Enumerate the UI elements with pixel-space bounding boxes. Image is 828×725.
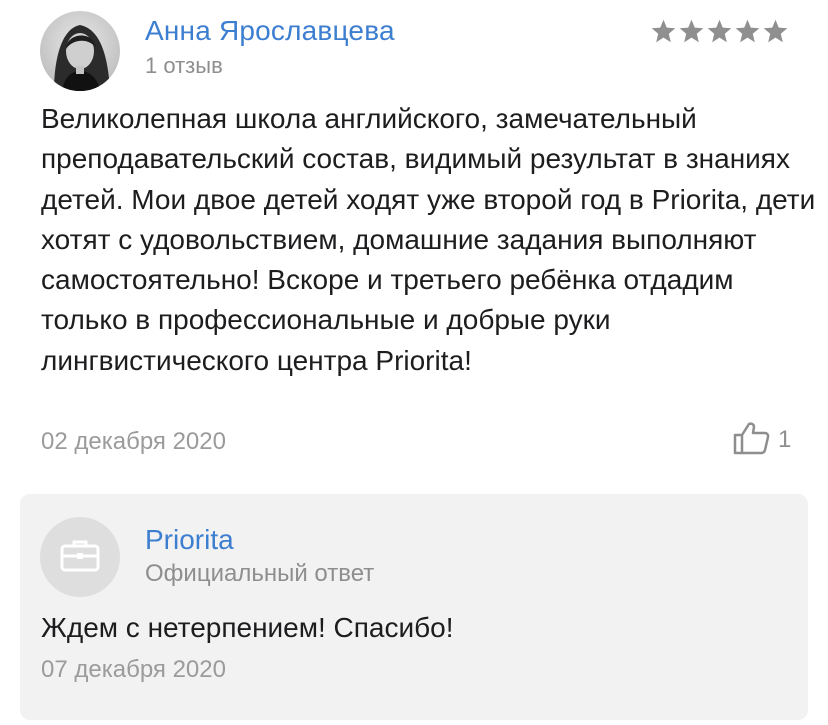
like-button[interactable]: 1	[732, 420, 791, 460]
star-icon	[763, 19, 788, 43]
official-reply-label: Официальный ответ	[145, 560, 375, 587]
star-icon	[679, 19, 704, 43]
author-avatar[interactable]	[40, 11, 120, 91]
reply-date: 07 декабря 2020	[41, 656, 226, 683]
star-icon	[707, 19, 732, 43]
review-text: Великолепная школа английского, замечате…	[41, 103, 816, 376]
briefcase-icon	[60, 538, 100, 577]
author-photo	[40, 11, 120, 91]
rating-stars	[650, 18, 789, 48]
star-icon	[651, 19, 676, 43]
like-count: 1	[778, 426, 792, 453]
review-card: Анна Ярославцева 1 отзыв Великолепная шк…	[0, 0, 828, 480]
reply-text: Ждем с нетерпением! Спасибо!	[41, 612, 454, 643]
official-reply: Priorita Официальный ответ Ждем с нетерп…	[20, 494, 808, 720]
company-name[interactable]: Priorita	[145, 523, 234, 557]
review-date: 02 декабря 2020	[41, 428, 226, 455]
star-icon	[735, 19, 760, 43]
thumbs-up-icon	[732, 421, 770, 460]
author-name[interactable]: Анна Ярославцева	[145, 14, 395, 48]
company-avatar[interactable]	[40, 517, 120, 597]
author-review-count: 1 отзыв	[145, 53, 223, 78]
